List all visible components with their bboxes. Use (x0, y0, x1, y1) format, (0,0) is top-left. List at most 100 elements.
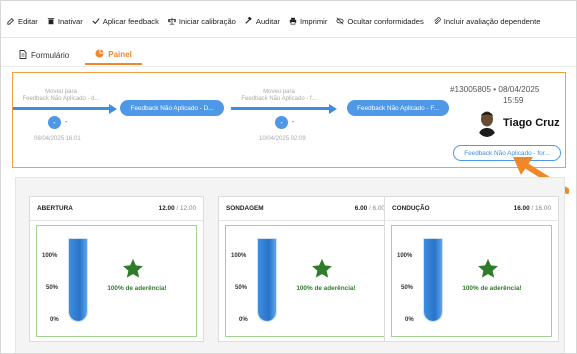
print-button[interactable]: Imprimir (289, 17, 327, 26)
tab-bar: Formulário Painel (9, 45, 142, 65)
card-score-value: 6.00 (354, 205, 368, 212)
axis-label-0: 0% (239, 317, 248, 323)
step2-arrow-head (329, 103, 337, 114)
start-calibration-button[interactable]: Iniciar calibração (167, 16, 236, 26)
step1-dash: - (65, 119, 68, 126)
step1-caption: Moveu para Feedback Não Aplicado - d... (13, 89, 109, 103)
step2-status-pill[interactable]: Feedback Não Aplicado - F... (347, 100, 449, 116)
audit-label: Auditar (255, 16, 280, 26)
step2-caption: Moveu para Feedback Não Aplicado - f... (229, 89, 329, 103)
avatar (476, 109, 498, 137)
card-score-max: / 16.00 (531, 205, 551, 212)
eye-slash-icon (336, 17, 344, 25)
step2-arrow (231, 107, 329, 110)
progress-tube-fill (424, 239, 442, 321)
inactivate-button[interactable]: Inativar (47, 17, 83, 26)
print-label: Imprimir (299, 16, 328, 26)
step1-caption-line1: Moveu para (45, 89, 77, 95)
axis-label-50: 50% (46, 285, 59, 291)
include-dependent-evaluation-label: Incluir avaliação dependente (443, 16, 541, 26)
pie-chart-icon (95, 48, 104, 60)
gavel-icon (245, 17, 253, 25)
scale-icon (167, 17, 176, 25)
ticket-time: 15:59 (503, 96, 524, 105)
axis-label-0: 0% (405, 317, 414, 323)
star-icon (312, 258, 332, 278)
axis-label-100: 100% (397, 253, 413, 259)
ticket-info: #13005805 • 08/04/2025 15:59 (450, 84, 539, 106)
card-header: ABERTURA 12.00 / 12.00 (30, 197, 203, 221)
card-conducao: CONDUÇÃO 16.00 / 16.00 100% 50% 0% 100% … (384, 196, 559, 342)
axis-label-100: 100% (231, 253, 247, 259)
step2-date: 10/04/2025 02:09 (259, 136, 306, 142)
inactivate-label: Inativar (57, 16, 83, 26)
step1-toggle-button[interactable]: - (48, 116, 61, 129)
card-score: 12.00 / 12.00 (159, 205, 196, 212)
ticket-separator: • (493, 85, 497, 94)
card-title: CONDUÇÃO (392, 205, 430, 212)
toolbar-divider (1, 37, 576, 38)
audit-button[interactable]: Auditar (245, 17, 280, 26)
card-score: 6.00 / 6.00 (355, 205, 385, 212)
paperclip-icon (433, 17, 441, 25)
toolbar: Editar Inativar Aplicar feedback Iniciar… (7, 13, 572, 29)
edit-icon (7, 17, 15, 25)
card-title: SONDAGEM (226, 205, 264, 212)
card-score-value: 16.00 (513, 205, 530, 212)
step1-date: 08/04/2025 16:01 (34, 136, 81, 142)
card-body: 100% 50% 0% 100% de aderência! (36, 225, 197, 337)
adherence-text: 100% de aderência! (462, 285, 522, 292)
tab-painel-label: Painel (108, 49, 132, 59)
tab-divider (1, 66, 576, 67)
step1-caption-line2: Feedback Não Aplicado - d... (22, 96, 100, 102)
progress-tube-fill (69, 239, 87, 321)
edit-button[interactable]: Editar (7, 17, 38, 26)
card-score-max: / 12.00 (176, 205, 196, 212)
step2-dash: - (292, 119, 295, 126)
tab-formulario[interactable]: Formulário (9, 45, 79, 65)
axis-label-50: 50% (401, 285, 414, 291)
hide-conformities-button[interactable]: Ocultar conformidades (336, 17, 424, 26)
axis-label-0: 0% (50, 317, 59, 323)
progress-tube (257, 238, 277, 322)
card-body: 100% 50% 0% 100% de aderência! (391, 225, 552, 337)
step1-arrow (13, 107, 109, 110)
tab-formulario-label: Formulário (31, 50, 70, 60)
apply-feedback-label: Aplicar feedback (102, 16, 159, 26)
card-score-value: 12.00 (158, 205, 175, 212)
step1-arrow-head (109, 103, 117, 114)
include-dependent-evaluation-button[interactable]: Incluir avaliação dependente (433, 16, 541, 26)
trash-icon (47, 17, 55, 25)
card-score-max: / 6.00 (369, 205, 385, 212)
step2-toggle-button[interactable]: - (275, 116, 288, 129)
step2-caption-line1: Moveu para (263, 89, 295, 95)
document-icon (19, 49, 27, 61)
tab-painel[interactable]: Painel (85, 45, 142, 65)
status-timeline: Moveu para Feedback Não Aplicado - d... … (12, 72, 566, 168)
card-title: ABERTURA (37, 205, 73, 212)
card-body: 100% 50% 0% 100% de aderência! (225, 225, 386, 337)
app-frame: Editar Inativar Aplicar feedback Iniciar… (0, 0, 577, 354)
card-sondagem: SONDAGEM 6.00 / 6.00 100% 50% 0% 100% de… (218, 196, 393, 342)
card-header: CONDUÇÃO 16.00 / 16.00 (385, 197, 558, 221)
ticket-id: #13005805 (450, 85, 491, 94)
axis-label-100: 100% (42, 253, 58, 259)
user-name: Tiago Cruz (503, 117, 560, 129)
progress-tube (68, 238, 88, 322)
card-header: SONDAGEM 6.00 / 6.00 (219, 197, 392, 221)
ticket-date: 08/04/2025 (498, 85, 540, 94)
apply-feedback-button[interactable]: Aplicar feedback (92, 17, 159, 26)
star-icon (123, 258, 143, 278)
step1-status-pill[interactable]: Feedback Não Aplicado - D... (120, 100, 224, 116)
adherence-text: 100% de aderência! (296, 285, 356, 292)
card-score: 16.00 / 16.00 (514, 205, 551, 212)
check-icon (92, 17, 100, 25)
print-icon (289, 17, 297, 25)
progress-tube-fill (258, 239, 276, 321)
progress-tube (423, 238, 443, 322)
step2-caption-line2: Feedback Não Aplicado - f... (241, 96, 317, 102)
star-icon (478, 258, 498, 278)
edit-label: Editar (18, 16, 38, 26)
start-calibration-label: Iniciar calibração (178, 16, 236, 26)
axis-label-50: 50% (235, 285, 248, 291)
